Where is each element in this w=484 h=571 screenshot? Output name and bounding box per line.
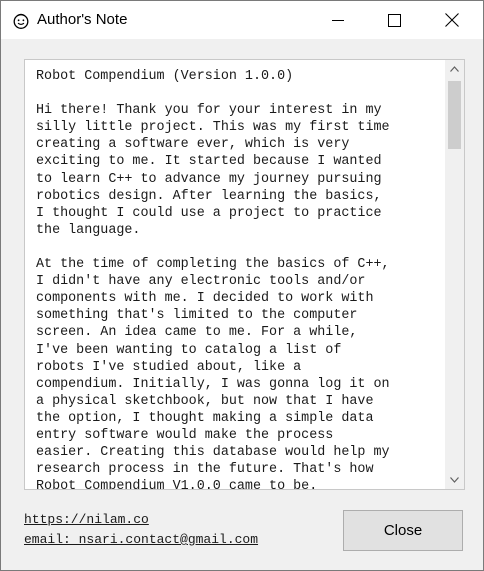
maximize-button[interactable]	[371, 1, 417, 39]
chevron-up-icon	[450, 66, 459, 72]
minimize-button[interactable]	[315, 1, 361, 39]
scroll-down-button[interactable]	[445, 471, 464, 489]
minimize-icon	[332, 20, 344, 21]
maximize-icon	[387, 13, 401, 27]
close-button[interactable]: Close	[343, 510, 463, 551]
authors-note-window: Author's Note Robot Compendium (Version …	[0, 0, 484, 571]
scroll-thumb[interactable]	[448, 81, 461, 149]
email-link[interactable]: email: nsari.contact@gmail.com	[24, 532, 258, 547]
title-bar[interactable]: Author's Note	[1, 1, 483, 39]
note-text-box[interactable]: Robot Compendium (Version 1.0.0) Hi ther…	[24, 59, 465, 490]
window-title: Author's Note	[37, 11, 128, 28]
chevron-down-icon	[450, 477, 459, 483]
website-link[interactable]: https://nilam.co	[24, 512, 149, 527]
note-text: Robot Compendium (Version 1.0.0) Hi ther…	[36, 69, 390, 490]
close-icon	[445, 13, 459, 27]
vertical-scrollbar[interactable]	[445, 60, 464, 489]
app-smiley-icon	[13, 13, 29, 29]
window-close-button[interactable]	[429, 1, 475, 39]
scroll-up-button[interactable]	[445, 60, 464, 78]
